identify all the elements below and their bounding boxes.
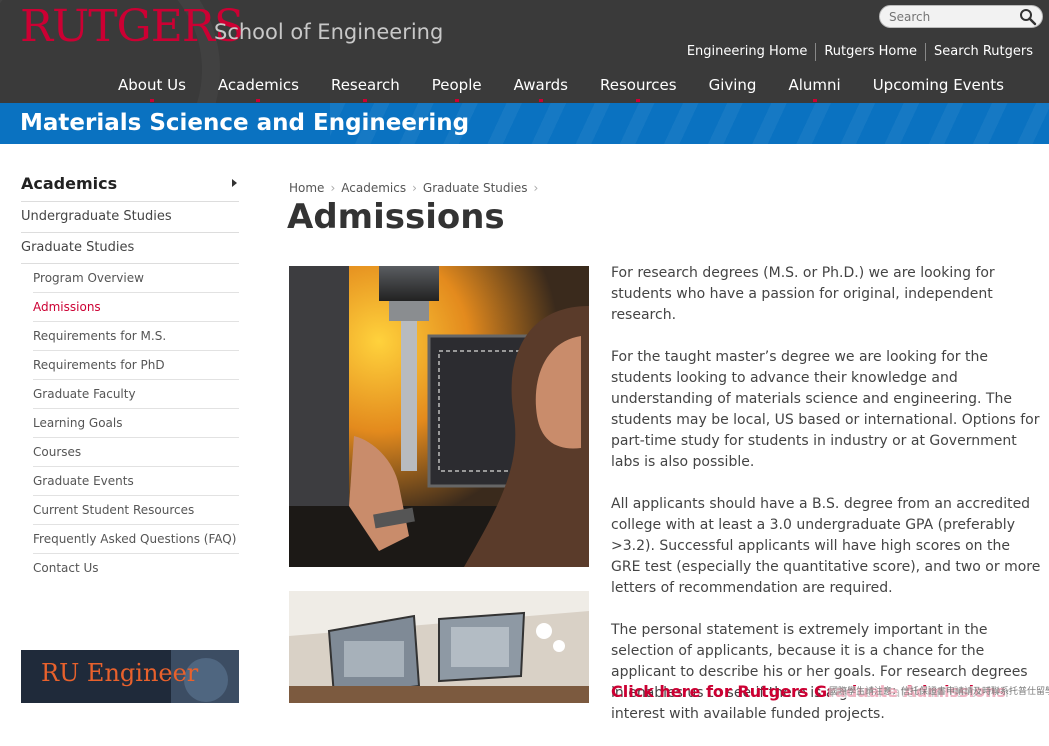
caret-right-icon: [232, 179, 237, 187]
nav-resources[interactable]: Resources: [584, 74, 693, 102]
utility-link-engineering-home[interactable]: Engineering Home: [679, 43, 816, 61]
breadcrumb-separator: ›: [533, 181, 539, 195]
nav-people[interactable]: People: [416, 74, 498, 102]
department-title[interactable]: Materials Science and Engineering: [20, 108, 469, 138]
nav-label: Resources: [599, 76, 677, 94]
nav-label: Alumni: [788, 76, 841, 94]
nav-indicator: [636, 99, 641, 102]
nav-alumni[interactable]: Alumni: [772, 74, 856, 102]
nav-indicator: [256, 99, 261, 102]
sidebar-item-current-student-resources[interactable]: Current Student Resources: [33, 496, 239, 525]
sidebar-item-faq[interactable]: Frequently Asked Questions (FAQ): [33, 525, 239, 554]
sidebar-item-program-overview[interactable]: Program Overview: [33, 264, 239, 293]
nav-label: Awards: [513, 76, 568, 94]
utility-link-search-rutgers[interactable]: Search Rutgers: [925, 43, 1041, 61]
ru-engineer-promo[interactable]: RU Engineer: [21, 650, 239, 703]
nav-indicator: [149, 99, 154, 102]
sidebar-item-graduate-studies[interactable]: Graduate Studies: [21, 233, 239, 264]
nav-label: Research: [330, 76, 400, 94]
school-name[interactable]: School of Engineering: [214, 18, 443, 46]
utility-links: Engineering Home Rutgers Home Search Rut…: [679, 43, 1041, 61]
nav-awards[interactable]: Awards: [498, 74, 584, 102]
sidebar-item-requirements-ms[interactable]: Requirements for M.S.: [33, 322, 239, 351]
nav-indicator: [812, 99, 817, 102]
sidebar-item-graduate-faculty[interactable]: Graduate Faculty: [33, 380, 239, 409]
nav-indicator: [538, 99, 543, 102]
breadcrumb-home[interactable]: Home: [289, 181, 324, 195]
paragraph: For the taught master’s degree we are lo…: [611, 349, 1040, 470]
lab-photo: [289, 266, 589, 567]
sidebar-item-undergraduate-studies[interactable]: Undergraduate Studies: [21, 202, 239, 233]
paragraph: All applicants should have a B.S. degree…: [611, 496, 1041, 596]
admissions-content: For research degrees (M.S. or Ph.D.) we …: [611, 263, 1043, 746]
search-icon[interactable]: [1019, 8, 1037, 26]
sidebar-item-learning-goals[interactable]: Learning Goals: [33, 409, 239, 438]
site-header: RUTGERS School of Engineering Engineerin…: [0, 0, 1049, 103]
nav-upcoming-events[interactable]: Upcoming Events: [857, 74, 1020, 96]
sidebar-heading[interactable]: Academics: [21, 170, 239, 202]
nav-indicator: [454, 99, 459, 102]
rutgers-logo[interactable]: RUTGERS: [20, 2, 244, 52]
nav-label: About Us: [118, 76, 186, 94]
breadcrumb-academics[interactable]: Academics: [341, 181, 406, 195]
nav-label: Academics: [217, 76, 299, 94]
paragraph: For research degrees (M.S. or Ph.D.) we …: [611, 265, 995, 323]
sidebar-heading-label: Academics: [21, 174, 118, 193]
breadcrumb-separator: ›: [412, 181, 417, 195]
promo-title: RU Engineer: [41, 659, 199, 687]
nav-about-us[interactable]: About Us: [102, 74, 202, 102]
breadcrumb-graduate-studies[interactable]: Graduate Studies: [423, 181, 528, 195]
classroom-photo: [289, 591, 589, 703]
footnote-overlay: 國際學生請注意：信托保證書申請請及時聯系托普仕留學顧問: [829, 686, 1049, 698]
page-title: Admissions: [287, 197, 505, 237]
nav-giving[interactable]: Giving: [693, 74, 773, 96]
sidebar-item-admissions[interactable]: Admissions: [33, 293, 239, 322]
main-nav: About Us Academics Research People Award…: [102, 74, 1020, 102]
nav-label: Giving: [708, 76, 757, 94]
nav-label: Upcoming Events: [872, 76, 1004, 94]
sidebar-item-graduate-events[interactable]: Graduate Events: [33, 467, 239, 496]
utility-link-rutgers-home[interactable]: Rutgers Home: [815, 43, 925, 61]
nav-label: People: [431, 76, 482, 94]
breadcrumb-separator: ›: [330, 181, 336, 195]
sidebar-nav: Academics Undergraduate Studies Graduate…: [21, 170, 239, 583]
paragraph: The personal statement is extremely impo…: [611, 622, 1028, 722]
sidebar-item-contact-us[interactable]: Contact Us: [33, 554, 239, 583]
sidebar-item-courses[interactable]: Courses: [33, 438, 239, 467]
nav-research[interactable]: Research: [315, 74, 416, 102]
sidebar-item-requirements-phd[interactable]: Requirements for PhD: [33, 351, 239, 380]
nav-academics[interactable]: Academics: [202, 74, 315, 102]
department-banner: Materials Science and Engineering: [0, 103, 1049, 144]
nav-indicator: [363, 99, 368, 102]
breadcrumb: Home › Academics › Graduate Studies ›: [289, 181, 544, 195]
